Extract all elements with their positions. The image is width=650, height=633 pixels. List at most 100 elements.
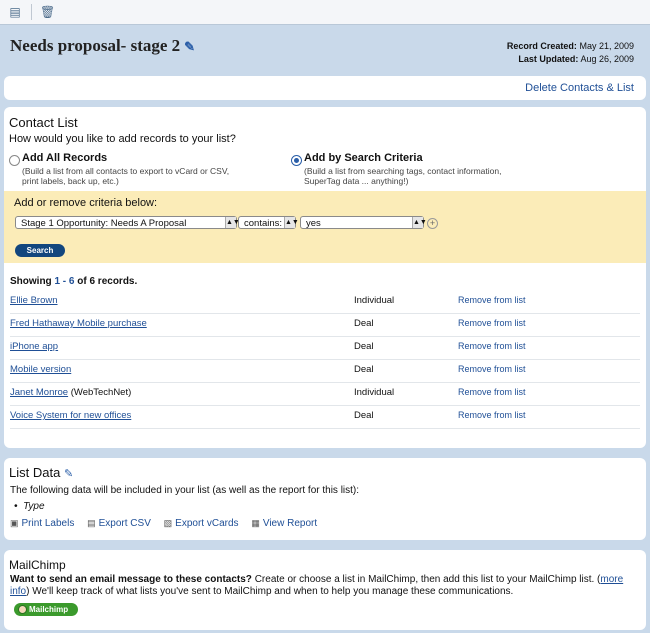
showing-records-text: Showing 1 - 6 of 6 records. <box>10 276 137 287</box>
mailchimp-lead: Want to send an email message to these c… <box>10 574 252 585</box>
add-all-records-label[interactable]: Add All Records <box>22 152 107 164</box>
criteria-operator-value: contains: <box>244 218 283 229</box>
print-labels-text: Print Labels <box>21 518 75 529</box>
export-vcards-text: Export vCards <box>175 518 239 529</box>
toolbar-divider <box>31 4 32 20</box>
mailchimp-body-2: ) We'll keep track of what lists you've … <box>26 586 514 597</box>
criteria-field-select[interactable]: Stage 1 Opportunity: Needs A Proposal ▲▼ <box>15 216 240 229</box>
actions-bar: Delete Contacts & List <box>4 76 646 100</box>
last-updated-label: Last Updated: <box>518 54 579 64</box>
record-type: Deal <box>354 341 374 352</box>
print-labels-link[interactable]: ▣ Print Labels <box>10 518 74 529</box>
record-name-cell: Voice System for new offices <box>10 410 131 421</box>
record-link[interactable]: iPhone app <box>10 341 58 352</box>
contact-list-title: Contact List <box>9 115 78 130</box>
record-link[interactable]: Ellie Brown <box>10 295 58 306</box>
remove-from-list-link[interactable]: Remove from list <box>458 387 526 397</box>
record-meta: Record Created: May 21, 2009 Last Update… <box>507 40 634 66</box>
record-type: Individual <box>354 295 395 306</box>
list-data-actions: ▣ Print Labels ▤ Export CSV ▧ Export vCards… <box>10 518 327 529</box>
record-name-cell: Ellie Brown <box>10 295 58 306</box>
add-by-search-label[interactable]: Add by Search Criteria <box>304 152 423 164</box>
table-row: Voice System for new offices Deal Remove… <box>10 405 640 429</box>
record-name-cell: Janet Monroe (WebTechNet) <box>10 387 131 398</box>
remove-from-list-link[interactable]: Remove from list <box>458 364 526 374</box>
record-link[interactable]: Janet Monroe <box>10 387 68 398</box>
add-search-desc-line2: SuperTag data ... anything!) <box>304 176 409 186</box>
edit-title-icon[interactable]: ✎ <box>184 39 195 54</box>
add-all-records-radio[interactable] <box>9 155 20 166</box>
table-row: Fred Hathaway Mobile purchase Deal Remov… <box>10 313 640 337</box>
toolbar: ▤ 🗑 <box>0 0 650 25</box>
add-criteria-icon[interactable]: + <box>427 218 438 229</box>
export-vcards-link[interactable]: ▧ Export vCards <box>164 518 239 529</box>
page-title-text: Needs proposal- stage 2 <box>10 36 181 55</box>
record-name-cell: Mobile version <box>10 364 71 375</box>
criteria-label: Add or remove criteria below: <box>14 197 158 209</box>
record-type: Deal <box>354 318 374 329</box>
mailchimp-description: Want to send an email message to these c… <box>10 574 640 598</box>
add-all-records-description: (Build a list from all contacts to expor… <box>22 166 229 186</box>
delete-contacts-list-link[interactable]: Delete Contacts & List <box>525 82 634 94</box>
add-search-desc-line1: (Build a list from searching tags, conta… <box>304 166 502 176</box>
criteria-value-text: yes <box>306 218 321 229</box>
table-row: Janet Monroe (WebTechNet) Individual Rem… <box>10 382 640 406</box>
list-data-description: The following data will be included in y… <box>10 485 360 496</box>
remove-from-list-link[interactable]: Remove from list <box>458 341 526 351</box>
remove-from-list-link[interactable]: Remove from list <box>458 295 526 305</box>
vcard-icon: ▧ <box>163 518 173 528</box>
record-created-label: Record Created: <box>506 41 577 51</box>
mailchimp-body-1: Create or choose a list in MailChimp, th… <box>251 574 601 585</box>
print-icon[interactable]: ▤ <box>8 5 22 19</box>
list-data-panel: List Data ✎ The following data will be i… <box>4 458 646 540</box>
table-row: iPhone app Deal Remove from list <box>10 336 640 360</box>
record-created-value: May 21, 2009 <box>579 41 634 51</box>
chevron-down-icon: ▲▼ <box>412 217 427 228</box>
remove-from-list-link[interactable]: Remove from list <box>458 410 526 420</box>
record-type: Individual <box>354 387 395 398</box>
search-button[interactable]: Search <box>15 244 65 257</box>
remove-from-list-link[interactable]: Remove from list <box>458 318 526 328</box>
list-data-bullet: • Type <box>14 501 45 512</box>
record-type: Deal <box>354 410 374 421</box>
criteria-value-select[interactable]: yes ▲▼ <box>300 216 427 229</box>
contact-list-panel: Contact List How would you like to add r… <box>4 107 646 448</box>
add-all-desc-line1: (Build a list from all contacts to expor… <box>22 166 230 176</box>
trash-icon[interactable]: 🗑 <box>40 5 55 19</box>
mailchimp-button[interactable]: Mailchimp <box>14 603 78 616</box>
edit-list-data-icon[interactable]: ✎ <box>64 468 73 480</box>
showing-range: 1 - 6 <box>54 276 75 287</box>
report-icon: ▦ <box>251 518 260 528</box>
criteria-operator-select[interactable]: contains: ▲▼ <box>238 216 299 229</box>
mailchimp-panel: MailChimp Want to send an email message … <box>4 550 646 630</box>
add-by-search-radio[interactable] <box>291 155 302 166</box>
record-link[interactable]: Mobile version <box>10 364 71 375</box>
criteria-panel: Add or remove criteria below: Stage 1 Op… <box>4 191 646 263</box>
showing-suffix: of 6 records. <box>74 276 138 287</box>
record-link[interactable]: Fred Hathaway Mobile purchase <box>10 318 147 329</box>
criteria-field-value: Stage 1 Opportunity: Needs A Proposal <box>21 218 187 229</box>
last-updated-value: Aug 26, 2009 <box>580 54 634 64</box>
mailchimp-button-label: Mailchimp <box>29 605 69 614</box>
chevron-down-icon: ▲▼ <box>284 217 299 228</box>
table-row: Ellie Brown Individual Remove from list <box>10 290 640 314</box>
record-name-cell: iPhone app <box>10 341 58 352</box>
list-data-bullet-text: Type <box>23 501 45 512</box>
record-extra: (WebTechNet) <box>68 387 132 398</box>
record-type: Deal <box>354 364 374 375</box>
add-records-question: How would you like to add records to you… <box>9 133 236 145</box>
list-data-title: List Data ✎ <box>9 465 73 480</box>
mailchimp-title: MailChimp <box>9 558 66 572</box>
csv-icon: ▤ <box>87 518 96 528</box>
view-report-text: View Report <box>262 518 318 529</box>
add-all-desc-line2: print labels, back up, etc.) <box>22 176 119 186</box>
showing-prefix: Showing <box>10 276 55 287</box>
chevron-down-icon: ▲▼ <box>225 217 240 228</box>
add-by-search-description: (Build a list from searching tags, conta… <box>304 166 501 186</box>
view-report-link[interactable]: ▦ View Report <box>251 518 317 529</box>
export-csv-text: Export CSV <box>98 518 151 529</box>
mailchimp-logo-icon <box>18 605 27 614</box>
record-link[interactable]: Voice System for new offices <box>10 410 131 421</box>
export-csv-link[interactable]: ▤ Export CSV <box>87 518 151 529</box>
record-header: Needs proposal- stage 2 ✎ Record Created:… <box>0 25 650 75</box>
